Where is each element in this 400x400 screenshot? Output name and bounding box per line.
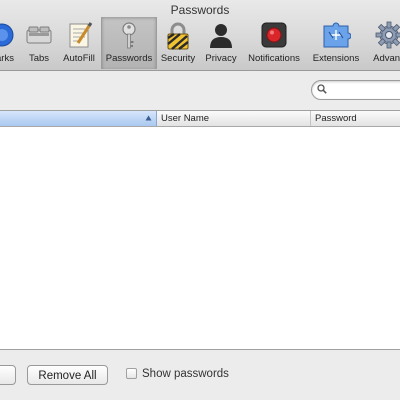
column-header-label: User Name (161, 113, 210, 124)
show-passwords-checkbox[interactable] (126, 368, 137, 379)
toolbar-item-label: Security (160, 53, 196, 64)
gear-icon (375, 21, 400, 49)
toolbar-item-extensions[interactable]: Extensions (310, 17, 362, 69)
autofill-icon (69, 22, 93, 48)
toolbar-item-label: AutoFill (63, 53, 95, 64)
toolbar-item-label: Tabs (28, 53, 50, 64)
search-field[interactable] (311, 80, 400, 100)
key-icon (122, 22, 136, 49)
column-header-label: Password (315, 113, 357, 124)
toolbar-item-label: arks (0, 53, 14, 64)
toolbar-item-label: Notifications (248, 53, 300, 64)
bookmarks-icon (0, 23, 14, 47)
toolbar-item-label: Advanc (373, 53, 400, 64)
toolbar-item-privacy[interactable]: Privacy (203, 17, 239, 69)
person-silhouette-icon (210, 24, 232, 48)
toolbar-item-label: Privacy (205, 53, 237, 64)
remove-button[interactable] (0, 365, 16, 385)
search-icon (317, 84, 327, 94)
column-header-website[interactable] (0, 111, 157, 126)
search-input[interactable] (332, 82, 400, 97)
notifications-icon (261, 22, 287, 48)
toolbar-item-passwords[interactable]: Passwords (101, 17, 157, 69)
toolbar-item-label: Extensions (312, 53, 360, 64)
toolbar-item-notifications[interactable]: Notifications (244, 17, 304, 69)
passwords-table[interactable]: User Name Password (0, 110, 400, 350)
toolbar-item-security[interactable]: Security (158, 17, 198, 69)
toolbar-item-autofill[interactable]: AutoFill (58, 17, 100, 69)
tabs-icon (26, 26, 52, 44)
toolbar-item-bookmarks[interactable]: arks (0, 17, 20, 69)
column-header-user-name[interactable]: User Name (157, 111, 311, 126)
table-body[interactable] (0, 127, 400, 349)
toolbar-item-tabs[interactable]: Tabs (24, 17, 54, 69)
sort-ascending-icon (145, 115, 152, 121)
toolbar-item-advanced[interactable]: Advanc (366, 17, 400, 69)
show-passwords-label: Show passwords (142, 368, 229, 380)
table-header: User Name Password (0, 111, 400, 127)
puzzle-icon (323, 22, 351, 48)
title-toolbar-area: Passwords arks Tabs (0, 0, 400, 71)
toolbar-item-label: Passwords (105, 53, 153, 64)
window-title: Passwords (170, 3, 230, 17)
lock-icon (167, 22, 189, 50)
bottom-bar: Remove All Show passwords (0, 348, 400, 400)
remove-all-button[interactable]: Remove All (27, 365, 108, 385)
preferences-window: Passwords arks Tabs (0, 0, 400, 400)
column-header-password[interactable]: Password (311, 111, 400, 126)
preferences-toolbar: arks Tabs (0, 17, 400, 69)
